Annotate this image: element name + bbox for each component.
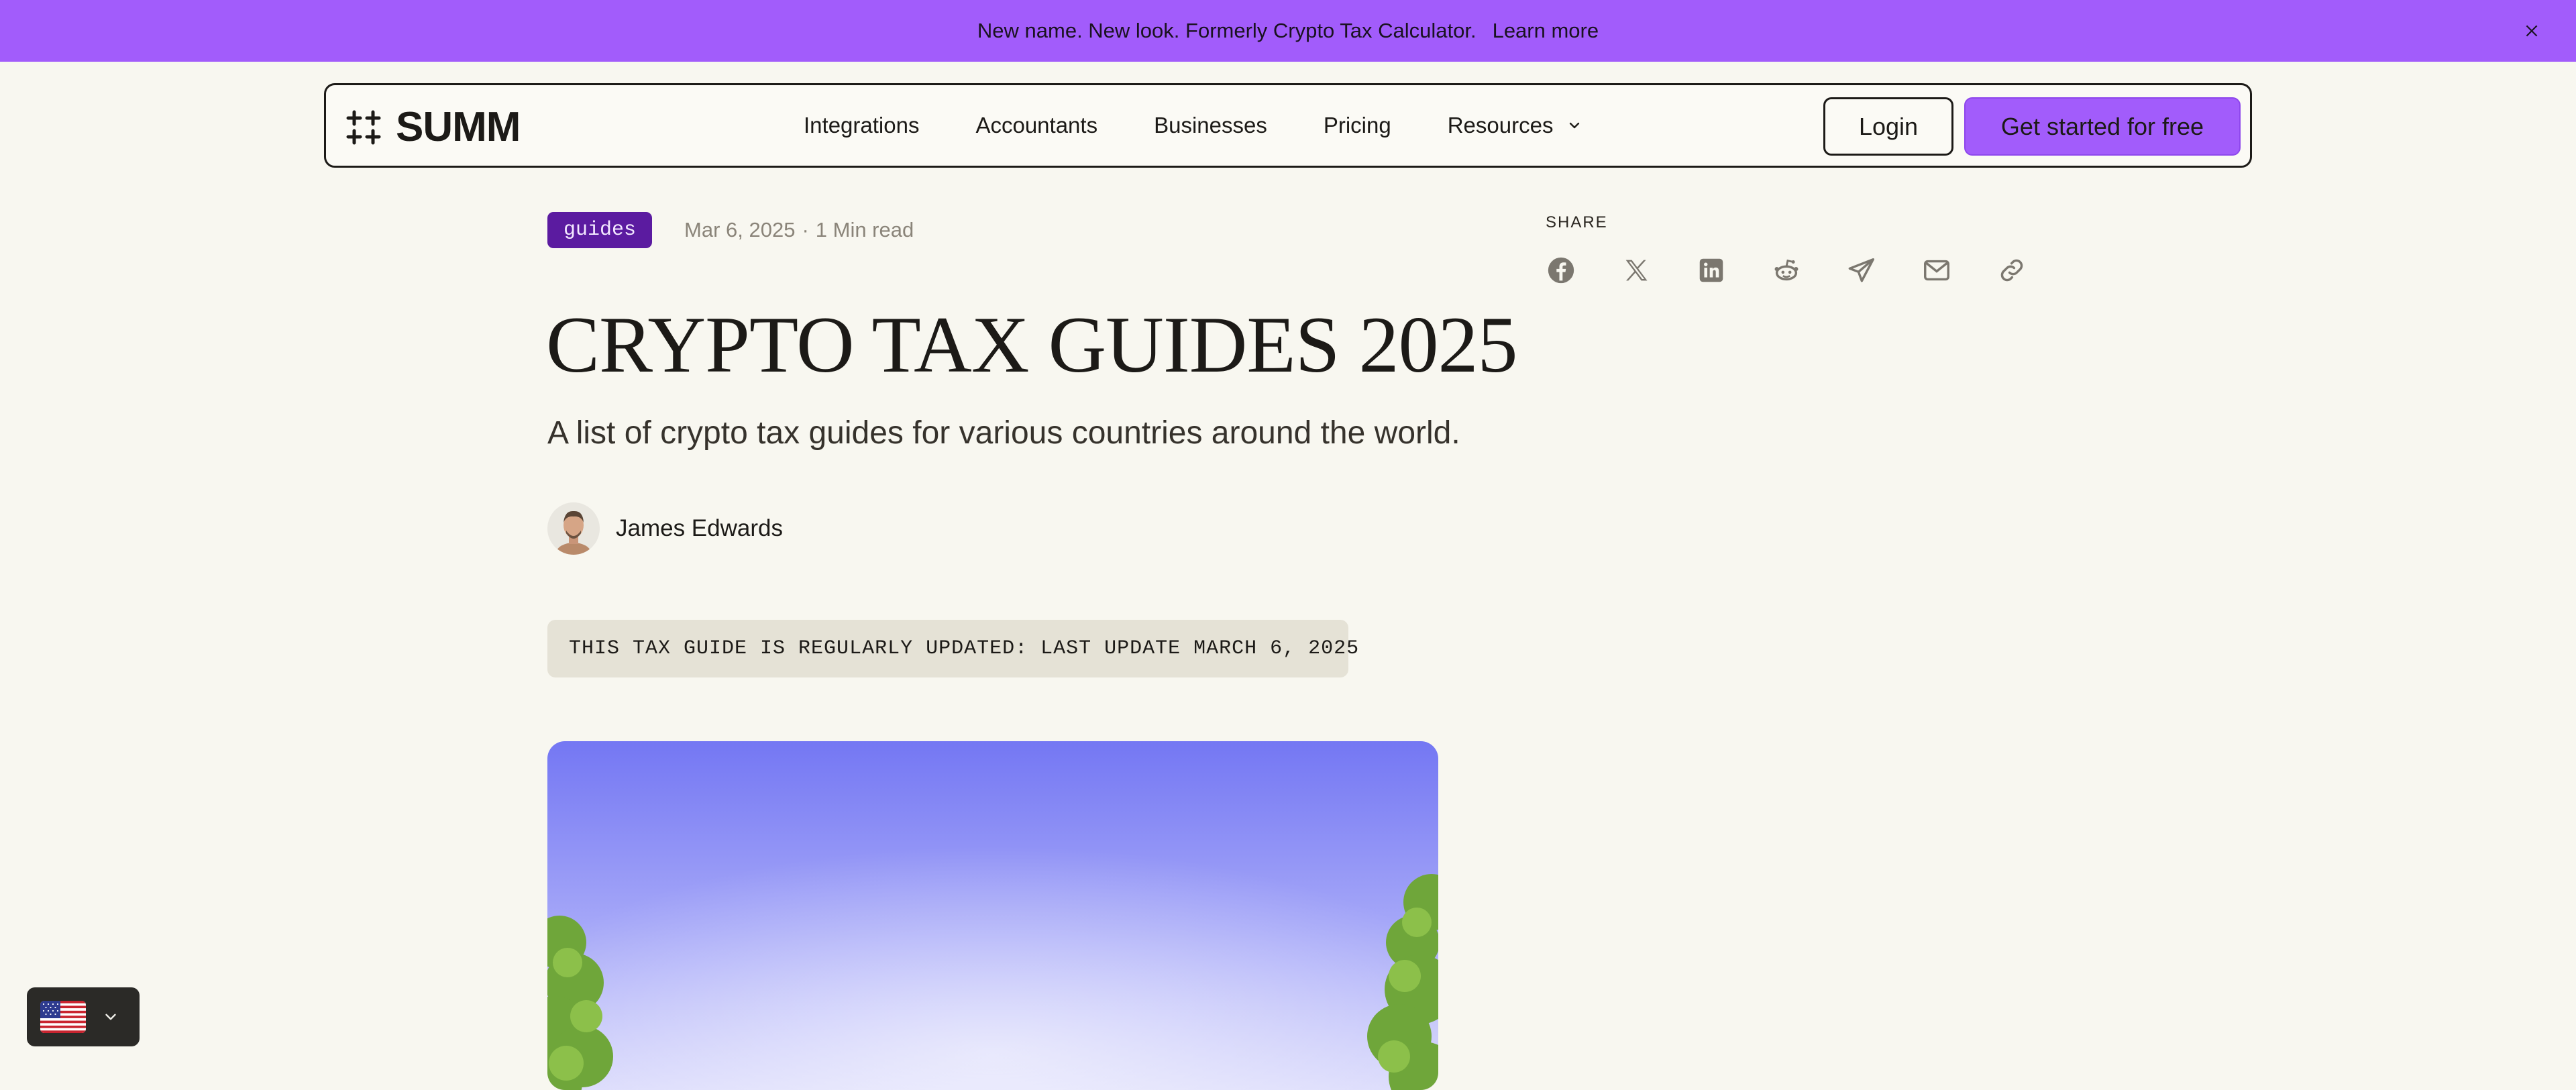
us-flag-icon — [40, 1001, 86, 1033]
announcement-message: New name. New look. Formerly Crypto Tax … — [977, 19, 1477, 42]
hero-image — [547, 741, 1438, 1090]
share-label: SHARE — [1546, 213, 1608, 231]
mail-icon[interactable] — [1921, 255, 1952, 286]
nav-integrations[interactable]: Integrations — [804, 113, 919, 138]
announcement-learn-more-link[interactable]: Learn more — [1493, 19, 1599, 43]
main-nav: Integrations Accountants Businesses Pric… — [804, 85, 1582, 166]
author[interactable]: James Edwards — [547, 502, 783, 555]
telegram-icon[interactable] — [1846, 255, 1877, 286]
nav-businesses[interactable]: Businesses — [1154, 113, 1267, 138]
logo-wordmark: SUMM — [396, 104, 521, 150]
locale-selector[interactable] — [27, 987, 140, 1046]
publish-date: Mar 6, 2025 — [684, 218, 796, 241]
page-title: CRYPTO TAX GUIDES 2025 — [546, 300, 1517, 389]
author-name: James Edwards — [616, 515, 783, 541]
page-subtitle: A list of crypto tax guides for various … — [547, 415, 1460, 451]
category-tag[interactable]: guides — [547, 212, 652, 248]
get-started-button[interactable]: Get started for free — [1964, 97, 2241, 156]
close-icon[interactable] — [2518, 17, 2545, 44]
login-button[interactable]: Login — [1823, 97, 1953, 156]
link-icon[interactable] — [1996, 255, 2027, 286]
site-header: SUMM Integrations Accountants Businesses… — [324, 83, 2252, 168]
nav-accountants[interactable]: Accountants — [975, 113, 1097, 138]
nav-resources-label: Resources — [1447, 113, 1554, 138]
nav-pricing[interactable]: Pricing — [1324, 113, 1391, 138]
x-icon[interactable] — [1621, 255, 1652, 286]
announcement-bar: New name. New look. Formerly Crypto Tax … — [0, 0, 2576, 62]
meta-separator: · — [802, 218, 809, 241]
chevron-down-icon — [105, 1014, 116, 1020]
nav-resources[interactable]: Resources — [1448, 113, 1583, 138]
logo-grid-icon — [346, 110, 381, 145]
chevron-down-icon — [1570, 122, 1580, 129]
linkedin-icon[interactable] — [1696, 255, 1727, 286]
article-meta: Mar 6, 2025 · 1 Min read — [684, 213, 914, 247]
facebook-icon[interactable] — [1546, 255, 1576, 286]
avatar — [547, 502, 600, 555]
reddit-icon[interactable] — [1771, 255, 1802, 286]
share-buttons — [1546, 255, 2027, 286]
logo[interactable]: SUMM — [346, 104, 521, 150]
read-time: 1 Min read — [815, 218, 914, 241]
update-notice: THIS TAX GUIDE IS REGULARLY UPDATED: LAS… — [547, 620, 1358, 677]
